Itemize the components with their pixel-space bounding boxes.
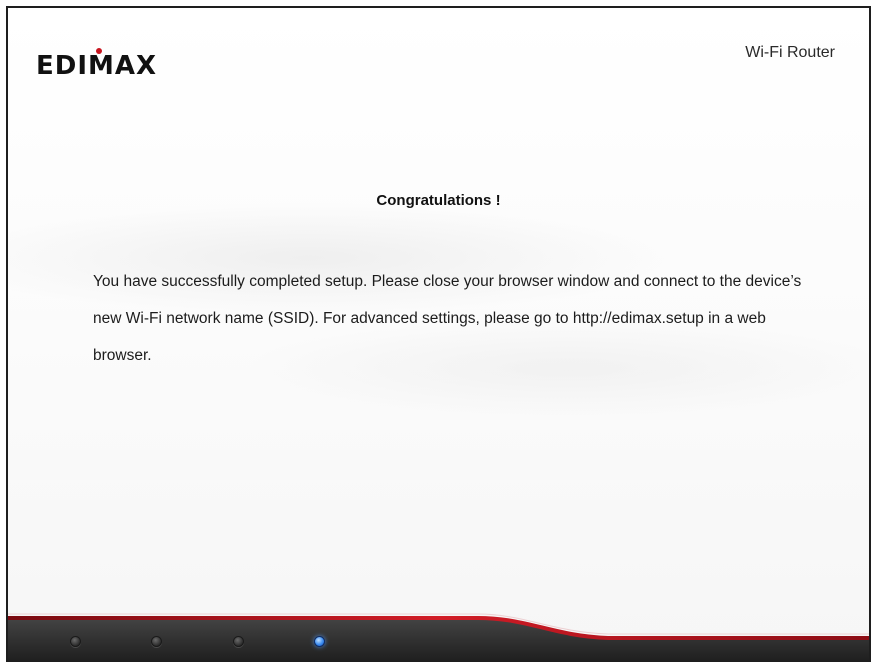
step-indicator-4-active[interactable] — [314, 636, 325, 647]
footer-bar — [8, 602, 869, 662]
congratulations-heading: Congratulations ! — [376, 192, 501, 209]
setup-window: EDIMAX Wi-Fi Router Congratulations ! Yo… — [6, 6, 871, 662]
edimax-logo: EDIMAX — [36, 48, 196, 78]
product-name: Wi-Fi Router — [745, 44, 835, 61]
setup-complete-message: You have successfully completed setup. P… — [93, 273, 802, 364]
step-indicator-1[interactable] — [70, 636, 81, 647]
step-indicator-3[interactable] — [233, 636, 244, 647]
svg-text:EDIMAX: EDIMAX — [36, 51, 157, 78]
step-indicator-2[interactable] — [151, 636, 162, 647]
